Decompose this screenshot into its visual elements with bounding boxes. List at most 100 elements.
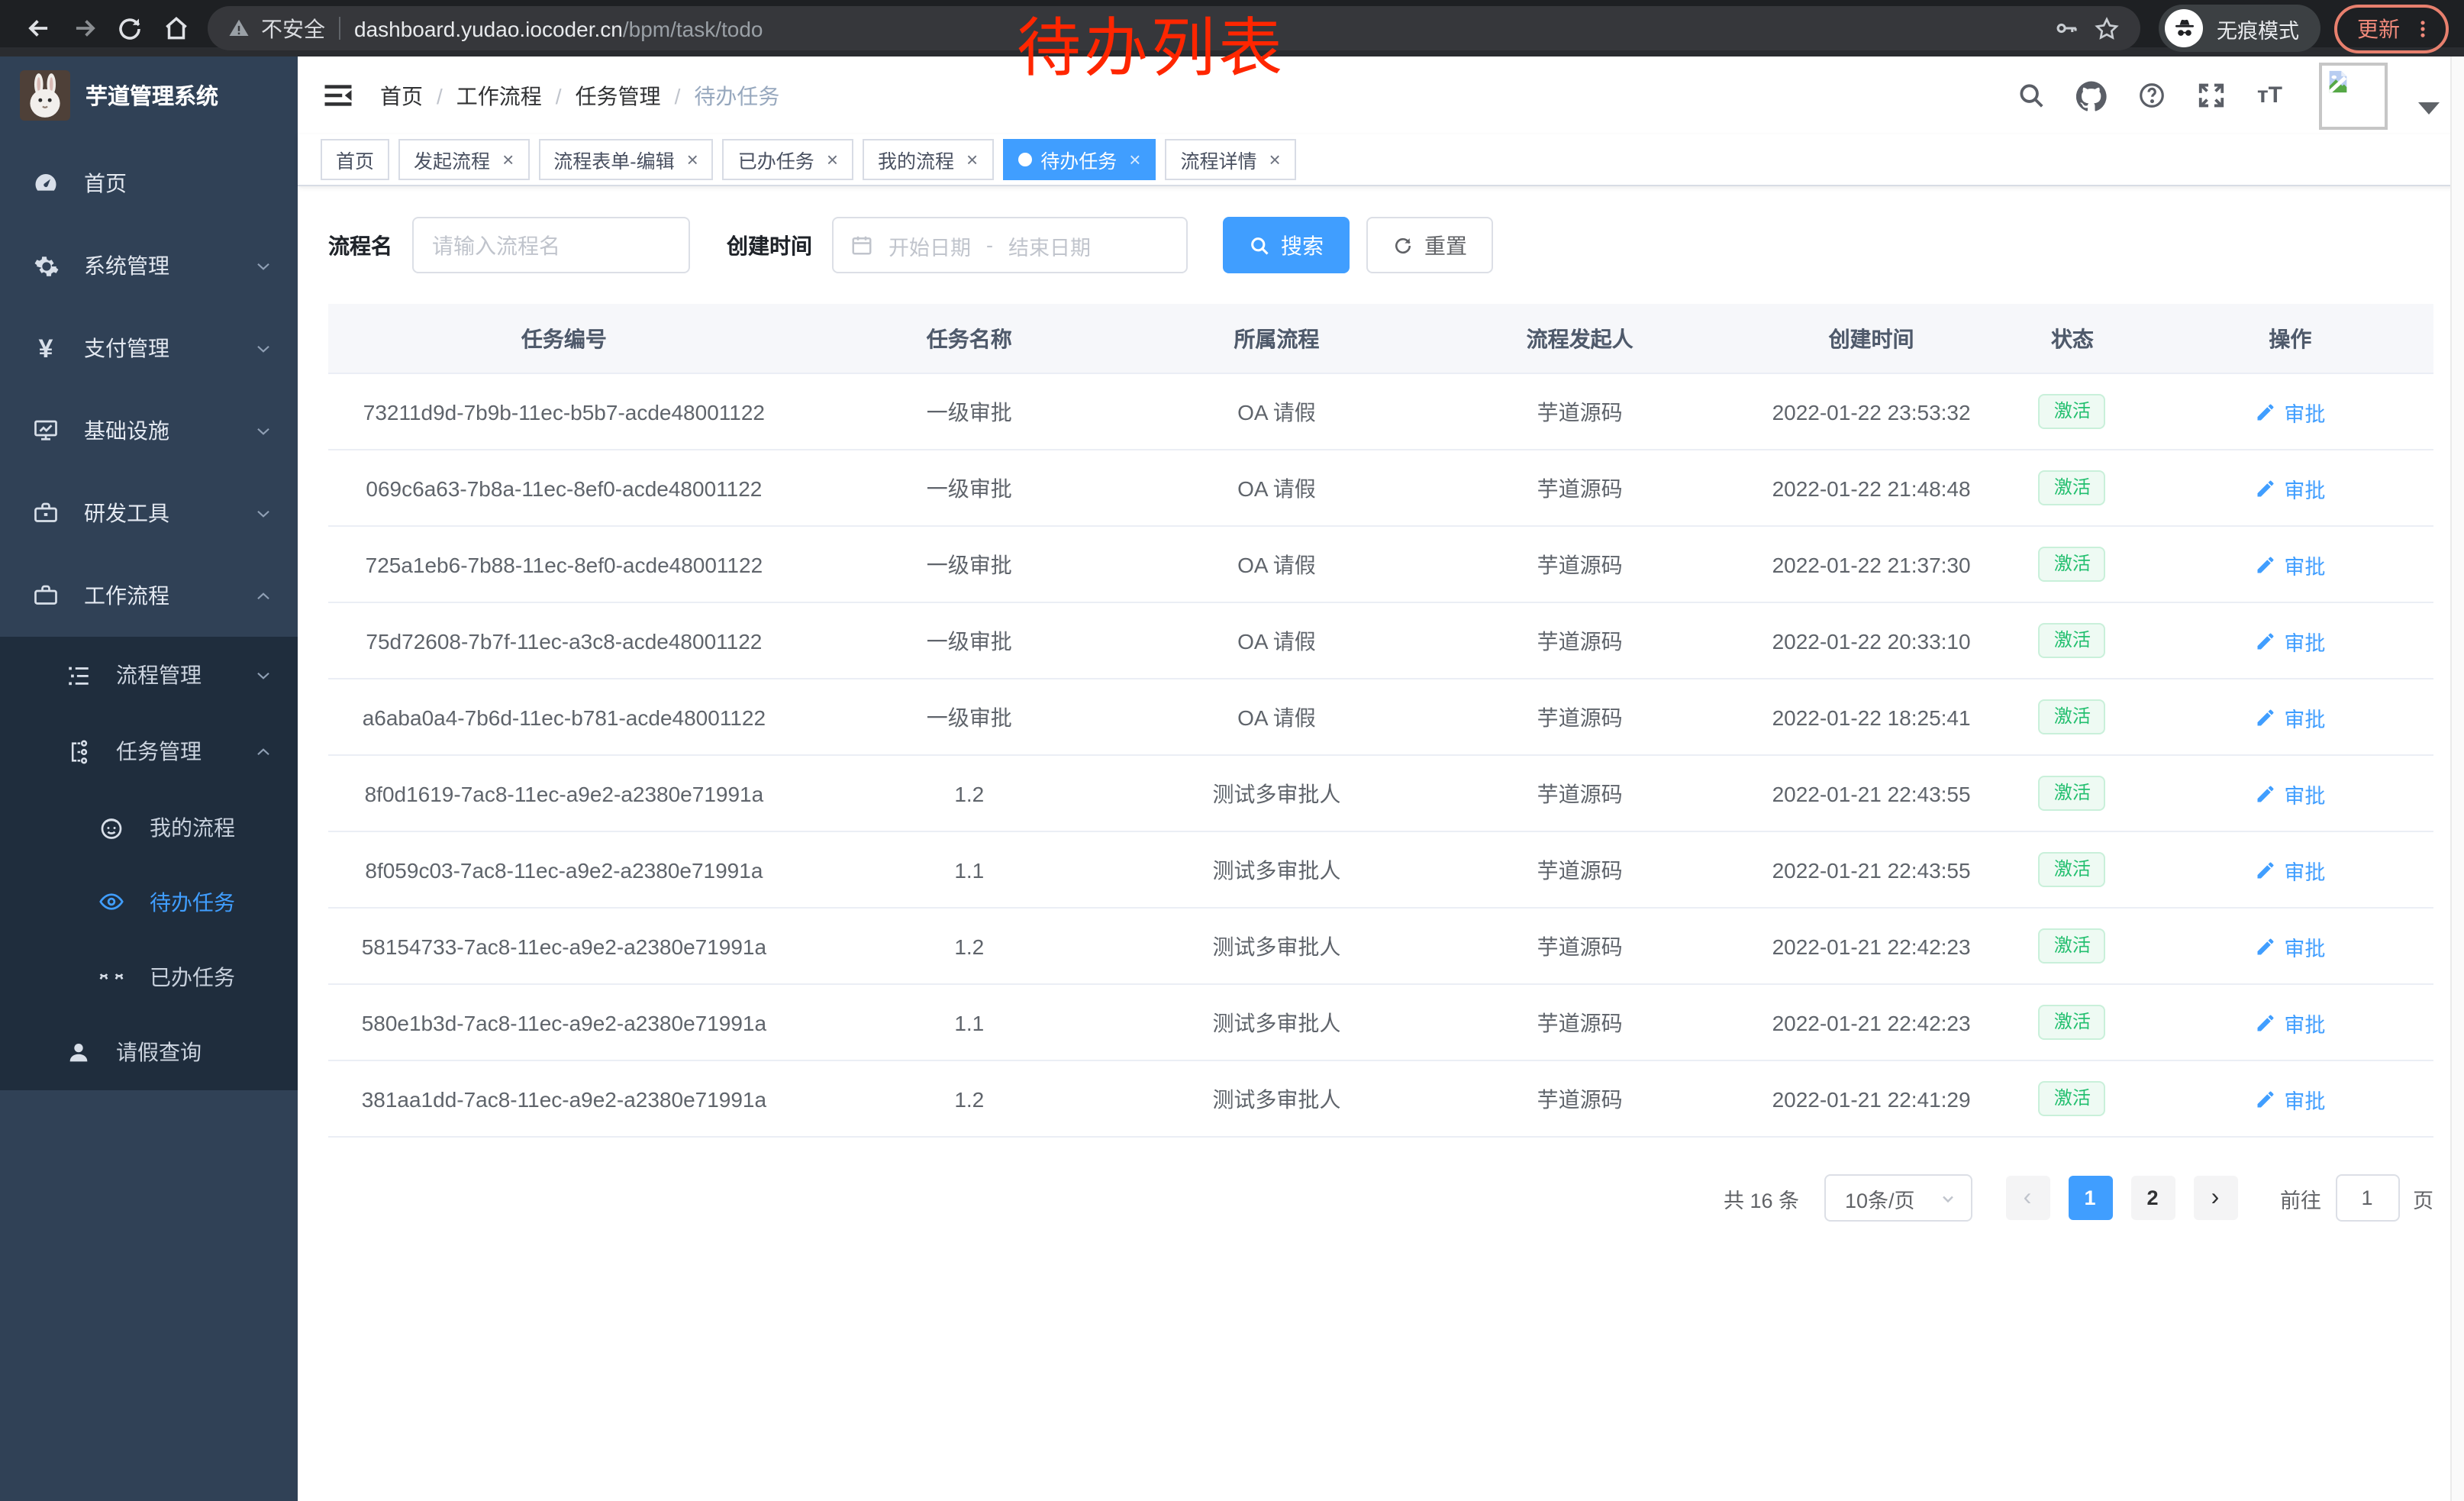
cell-created-time: 2022-01-21 22:42:23 (1745, 934, 1998, 958)
approve-link[interactable]: 审批 (2255, 549, 2325, 579)
cell-action: 审批 (2147, 1083, 2433, 1114)
approve-link[interactable]: 审批 (2255, 625, 2325, 656)
search-button[interactable]: 搜索 (1223, 217, 1350, 273)
page-size-select[interactable]: 10条/页 (1824, 1174, 1972, 1222)
cell-initiator: 芋道源码 (1414, 473, 1745, 503)
search-icon[interactable] (2017, 81, 2046, 110)
date-range-picker[interactable]: 开始日期 - 结束日期 (832, 217, 1188, 273)
chevron-down-icon (253, 503, 273, 523)
breadcrumb-item[interactable]: 任务管理 (576, 80, 661, 111)
sidebar-item-workflow[interactable]: 工作流程 (0, 554, 298, 637)
page-button-2[interactable]: 2 (2130, 1176, 2175, 1220)
process-name-input[interactable] (412, 217, 690, 273)
approve-label: 审批 (2284, 1007, 2325, 1038)
tab-close-icon[interactable]: × (1129, 148, 1140, 171)
avatar[interactable] (2319, 62, 2388, 129)
cell-status: 激活 (1998, 851, 2147, 887)
prev-page-button[interactable]: ‹ (2005, 1176, 2050, 1220)
cell-initiator: 芋道源码 (1414, 1007, 1745, 1038)
fullscreen-icon[interactable] (2198, 81, 2227, 110)
cell-action: 审批 (2147, 778, 2433, 809)
goto-page-input[interactable] (2335, 1174, 2399, 1222)
status-badge: 激活 (2039, 699, 2106, 734)
tab-todo-tasks[interactable]: 待办任务× (1002, 139, 1156, 180)
github-icon[interactable] (2077, 80, 2108, 111)
tab-label: 已办任务 (738, 145, 814, 174)
page-scrollbar[interactable] (2450, 56, 2464, 1501)
url-bar[interactable]: 不安全 dashboard.yudao.iocoder.cn/bpm/task/… (208, 6, 2140, 50)
sidebar-item-label: 基础设施 (84, 415, 169, 446)
eye-closed-icon (98, 963, 125, 990)
help-icon[interactable] (2138, 81, 2167, 110)
password-key-icon[interactable] (2053, 15, 2079, 41)
avatar-dropdown-caret[interactable] (2418, 102, 2440, 114)
cell-task-id: 725a1eb6-7b88-11ec-8ef0-acde48001122 (328, 552, 800, 576)
breadcrumb-item[interactable]: 首页 (380, 80, 423, 111)
browser-menu-icon[interactable] (2412, 16, 2433, 40)
approve-link[interactable]: 审批 (2255, 1007, 2325, 1038)
tab-process-detail[interactable]: 流程详情× (1165, 139, 1295, 180)
tab-done-tasks[interactable]: 已办任务 × (723, 139, 853, 180)
page-button-1[interactable]: 1 (2068, 1176, 2112, 1220)
cell-created-time: 2022-01-22 18:25:41 (1745, 705, 1998, 729)
sidebar-item-done-tasks[interactable]: 已办任务 (0, 939, 298, 1014)
approve-label: 审批 (2284, 625, 2325, 656)
chevron-down-icon (253, 421, 273, 441)
tab-start-process[interactable]: 发起流程× (398, 139, 529, 180)
cell-status: 激活 (1998, 393, 2147, 429)
cell-task-name: 1.2 (800, 934, 1139, 958)
sidebar-item-system[interactable]: 系统管理 (0, 224, 298, 307)
reload-button[interactable] (107, 5, 153, 51)
table-row: 381aa1dd-7ac8-11ec-a9e2-a2380e71991a1.2测… (328, 1061, 2433, 1138)
approve-link[interactable]: 审批 (2255, 396, 2325, 427)
approve-link[interactable]: 审批 (2255, 931, 2325, 961)
cell-action: 审批 (2147, 854, 2433, 885)
sidebar-item-todo-tasks[interactable]: 待办任务 (0, 864, 298, 939)
bookmark-star-icon[interactable] (2093, 15, 2121, 42)
sidebar-item-home[interactable]: 首页 (0, 142, 298, 224)
approve-label: 审批 (2284, 549, 2325, 579)
reset-button[interactable]: 重置 (1366, 217, 1493, 273)
tab-close-icon[interactable]: × (966, 148, 978, 171)
forward-button[interactable] (61, 5, 107, 51)
update-button[interactable]: 更新 (2334, 4, 2449, 53)
cell-process: OA 请假 (1139, 549, 1414, 579)
approve-link[interactable]: 审批 (2255, 473, 2325, 503)
approve-link[interactable]: 审批 (2255, 854, 2325, 885)
tab-close-icon[interactable]: × (827, 148, 838, 171)
tab-form-edit[interactable]: 流程表单-编辑× (538, 139, 714, 180)
tab-home[interactable]: 首页 (321, 139, 389, 180)
sidebar-item-process-mgmt[interactable]: 流程管理 (0, 637, 298, 713)
sidebar-item-task-mgmt[interactable]: 任务管理 (0, 713, 298, 789)
table-row: 069c6a63-7b8a-11ec-8ef0-acde48001122一级审批… (328, 450, 2433, 527)
sidebar-item-devtools[interactable]: 研发工具 (0, 472, 298, 554)
cell-created-time: 2022-01-21 22:43:55 (1745, 781, 1998, 805)
app-title: 芋道管理系统 (85, 79, 218, 111)
sidebar-item-my-process[interactable]: 我的流程 (0, 789, 298, 864)
tab-my-process[interactable]: 我的流程× (863, 139, 993, 180)
cell-task-name: 1.1 (800, 857, 1139, 882)
sidebar-item-infra[interactable]: 基础设施 (0, 389, 298, 472)
chevron-down-icon (253, 256, 273, 276)
approve-label: 审批 (2284, 931, 2325, 961)
sidebar-item-leave-query[interactable]: 请假查询 (0, 1014, 298, 1090)
tab-close-icon[interactable]: × (1269, 148, 1280, 171)
security-badge[interactable]: 不安全 (227, 13, 325, 44)
approve-link[interactable]: 审批 (2255, 1083, 2325, 1114)
sidebar-item-payment[interactable]: ¥支付管理 (0, 307, 298, 389)
home-button[interactable] (153, 5, 198, 51)
tab-close-icon[interactable]: × (687, 148, 698, 171)
list-tree-icon (64, 661, 92, 689)
cell-initiator: 芋道源码 (1414, 931, 1745, 961)
approve-link[interactable]: 审批 (2255, 702, 2325, 732)
back-button[interactable] (15, 5, 61, 51)
app-logo[interactable]: 芋道管理系统 (0, 56, 298, 133)
breadcrumb-item[interactable]: 工作流程 (456, 80, 542, 111)
font-size-icon[interactable]: ᴛT (2257, 82, 2282, 108)
monitor-icon (32, 417, 60, 444)
next-page-button[interactable]: › (2193, 1176, 2237, 1220)
sidebar-collapse-icon[interactable] (322, 79, 354, 111)
tab-close-icon[interactable]: × (502, 148, 514, 171)
sidebar: 芋道管理系统 首页系统管理¥支付管理基础设施研发工具工作流程流程管理任务管理我的… (0, 56, 298, 1501)
approve-link[interactable]: 审批 (2255, 778, 2325, 809)
